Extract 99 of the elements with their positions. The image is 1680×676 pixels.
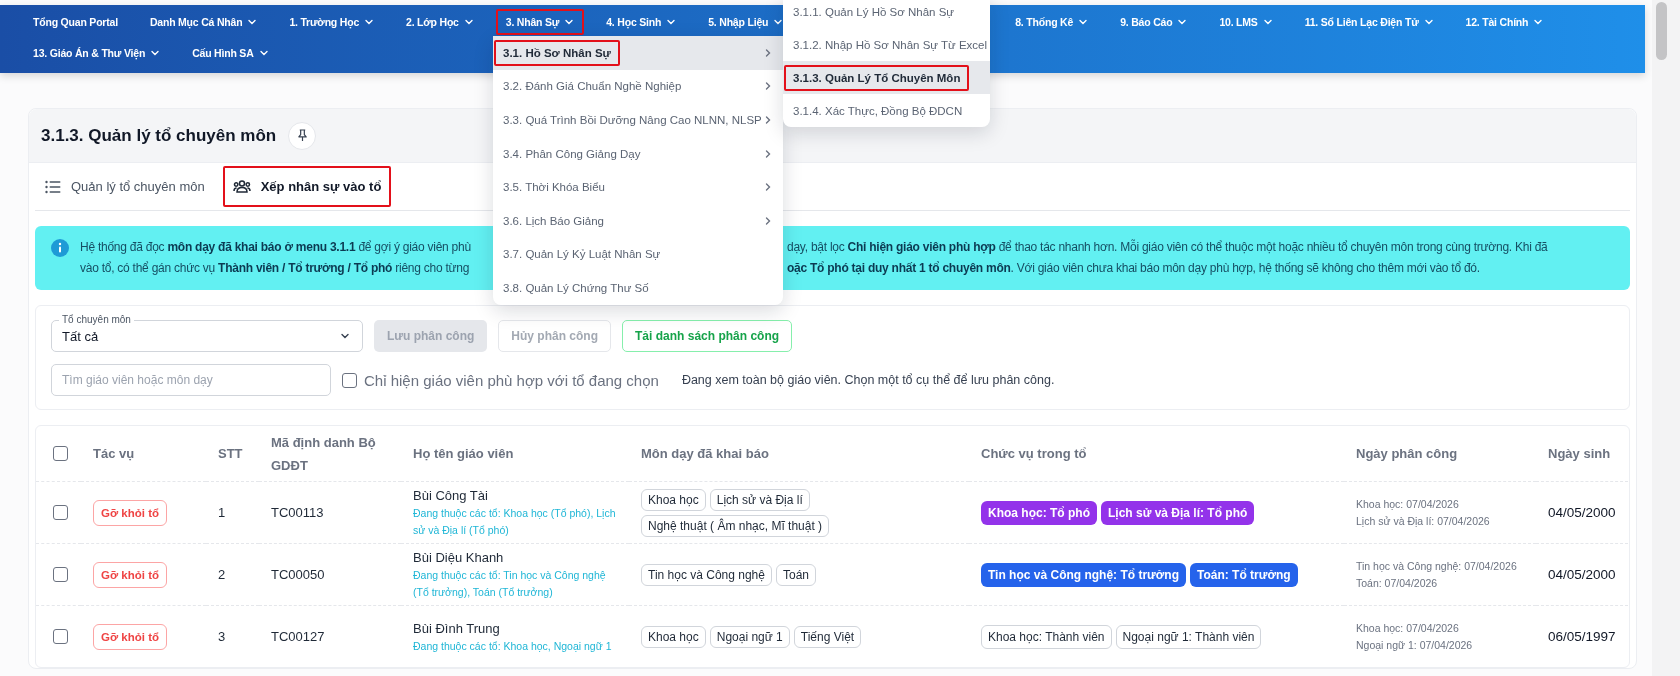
nav-menu-item[interactable]: 10. LMS bbox=[1209, 8, 1283, 35]
chevron-right-icon bbox=[763, 47, 773, 58]
teacher-name: Bùi Đình Trung bbox=[413, 619, 500, 638]
menu-item[interactable]: 3.8. Quản Lý Chứng Thư Số bbox=[493, 271, 783, 305]
role-tag: Ngoại ngữ 1: Thành viên bbox=[1115, 624, 1262, 649]
remove-button[interactable]: Gỡ khỏi tổ bbox=[93, 623, 167, 650]
checkbox[interactable] bbox=[53, 629, 68, 644]
nav-menu-item[interactable]: 9. Báo Cáo bbox=[1110, 8, 1198, 35]
tab[interactable]: Xếp nhân sự vào tổ bbox=[222, 166, 392, 207]
list-icon bbox=[45, 179, 61, 194]
chevron-right-icon bbox=[763, 148, 773, 159]
column-header: Ngày sinh bbox=[1548, 445, 1611, 463]
subject-tag: Nghệ thuật ( Âm nhạc, Mĩ thuật ) bbox=[641, 514, 830, 537]
table-cell: 1 bbox=[218, 505, 226, 520]
menu-item[interactable]: 3.1. Hồ Sơ Nhân Sự bbox=[493, 36, 783, 70]
assignment-date: Lịch sử và Địa lí: 07/04/2026 bbox=[1356, 513, 1490, 529]
nav-menu-item[interactable]: 3. Nhân Sự bbox=[495, 8, 585, 35]
assignment-date: Khoa học: 07/04/2026 bbox=[1356, 496, 1459, 512]
membership-text: Đang thuộc các tổ: Khoa học, Ngoại ngữ 1 bbox=[413, 638, 612, 654]
assignment-date: Ngoại ngữ 1: 07/04/2026 bbox=[1356, 637, 1473, 653]
nav-menu-item[interactable]: Tổng Quan Portal bbox=[23, 8, 128, 35]
menu-item[interactable]: 3.6. Lịch Báo Giảng bbox=[493, 203, 783, 238]
nav-menu-item[interactable]: 2. Lớp Học bbox=[396, 8, 484, 35]
assignment-date: Khoa học: 07/04/2026 bbox=[1356, 620, 1459, 636]
table-cell: 2 bbox=[218, 567, 226, 582]
menu-item[interactable]: 3.1.4. Xác Thực, Đồng Bộ ĐDCN bbox=[783, 94, 990, 127]
nav-menu-item[interactable]: 11. Sổ Liên Lạc Điện Tử bbox=[1294, 8, 1444, 35]
tab[interactable]: Quản lý tổ chuyên môn bbox=[35, 166, 215, 207]
table-cell: 04/05/2000 bbox=[1548, 567, 1616, 582]
checkbox[interactable] bbox=[53, 505, 68, 520]
pin-button[interactable] bbox=[288, 121, 317, 150]
table-cell: TC00113 bbox=[271, 505, 324, 520]
role-tag: Khoa học: Thành viên bbox=[981, 624, 1112, 649]
column-header: Tác vụ bbox=[93, 445, 135, 463]
role-tag: Khoa học: Tổ phó bbox=[981, 500, 1097, 525]
checkbox[interactable] bbox=[342, 372, 357, 388]
remove-button[interactable]: Gỡ khỏi tổ bbox=[93, 499, 167, 526]
menu-item[interactable]: 3.7. Quản Lý Kỷ Luật Nhân Sự bbox=[493, 237, 783, 272]
checkbox-label[interactable]: Chỉ hiện giáo viên phù hợp với tổ đang chọn bbox=[364, 371, 659, 389]
role-tag: Lịch sử và Địa lí: Tổ phó bbox=[1101, 500, 1255, 525]
subject-tag: Ngoại ngữ 1 bbox=[709, 625, 790, 648]
page-title: 3.1.3. Quản lý tổ chuyên môn bbox=[41, 125, 277, 146]
chevron-down-icon bbox=[340, 331, 350, 341]
alert-text: oặc Tổ phó tại duy nhất 1 tổ chuyên môn. Với giáo viên chưa khai báo môn dạy phù hợp, hệ thống sẽ không cho thêm mới vào tổ đó. bbox=[787, 260, 1480, 277]
pin-icon bbox=[296, 129, 308, 142]
menu-item[interactable]: 3.1.3. Quản Lý Tổ Chuyên Môn bbox=[783, 61, 990, 94]
table-cell: TC00127 bbox=[271, 629, 325, 644]
action-button[interactable]: Tải danh sách phân công bbox=[622, 320, 793, 352]
info-icon bbox=[50, 237, 70, 258]
checkbox[interactable] bbox=[53, 446, 68, 461]
nav-menu-item[interactable]: Danh Mục Cá Nhân bbox=[139, 8, 268, 35]
nav-menu-item[interactable]: 12. Tài Chính bbox=[1455, 8, 1554, 35]
column-header: Môn dạy đã khai báo bbox=[641, 445, 769, 463]
membership-text: Đang thuộc các tổ: Tin học và Công nghệ (Tổ trưởng), Toán (Tổ trưởng) bbox=[413, 568, 607, 600]
nav-menu-item[interactable]: 4. Học Sinh bbox=[596, 8, 687, 35]
nav-menu-item[interactable]: 1. Trường Học bbox=[279, 8, 385, 35]
role-tag: Tin học và Công nghệ: Tổ trưởng bbox=[981, 562, 1186, 587]
menu-item[interactable]: 3.3. Quá Trình Bồi Dưỡng Nâng Cao NLNN, NLSP bbox=[493, 103, 783, 137]
alert-text: vào tổ, có thể gán chức vụ Thành viên / Tổ trưởng / Tổ phó riêng cho từng bbox=[80, 260, 470, 277]
search-field[interactable]: Tìm giáo viên hoặc môn dạy bbox=[51, 364, 331, 396]
subject-tag: Tiếng Việt bbox=[793, 625, 862, 648]
alert-text: Hệ thống đã đọc môn dạy đã khai báo ở menu 3.1.1 để gợi ý giáo viên phù bbox=[80, 239, 471, 256]
menu-item[interactable]: 3.4. Phân Công Giảng Dạy bbox=[493, 136, 783, 171]
table-cell: 06/05/1997 bbox=[1548, 629, 1616, 644]
table-cell: 04/05/2000 bbox=[1548, 505, 1616, 520]
subject-tag: Toán bbox=[775, 563, 816, 586]
membership-text: Đang thuộc các tổ: Khoa học (Tổ phó), Lịch sử và Địa lí (Tổ phó) bbox=[413, 506, 617, 538]
table-cell: 3 bbox=[218, 629, 226, 644]
nav-menu-item[interactable]: 8. Thống Kê bbox=[1005, 8, 1099, 35]
chevron-right-icon bbox=[763, 115, 773, 125]
assignment-date: Tin học và Công nghệ: 07/04/2026 bbox=[1356, 558, 1517, 574]
nav-menu-item[interactable]: Cấu Hình SA bbox=[182, 39, 279, 66]
subject-tag: Tin học và Công nghệ bbox=[641, 563, 772, 586]
teacher-name: Bùi Công Tài bbox=[413, 487, 488, 505]
field-label: Tổ chuyên môn bbox=[59, 314, 134, 325]
column-header: Chức vụ trong tổ bbox=[981, 445, 1087, 463]
remove-button[interactable]: Gỡ khỏi tổ bbox=[93, 561, 167, 588]
chevron-right-icon bbox=[763, 215, 773, 226]
nav-menu-item[interactable]: 13. Giáo Án & Thư Viện bbox=[23, 39, 171, 66]
subject-tag: Lịch sử và Địa lí bbox=[709, 488, 810, 511]
checkbox[interactable] bbox=[53, 567, 68, 582]
users-icon bbox=[232, 180, 251, 193]
menu-item[interactable]: 3.5. Thời Khóa Biểu bbox=[493, 170, 783, 204]
column-header: Họ tên giáo viên bbox=[413, 445, 514, 463]
status-text: Đang xem toàn bộ giáo viên. Chọn một tổ cụ thể để lưu phân công. bbox=[681, 373, 1055, 387]
subject-tag: Khoa học bbox=[641, 625, 706, 648]
column-header: STT bbox=[218, 445, 243, 463]
column-header: Mã định danh Bộ GDĐT bbox=[271, 433, 377, 475]
menu-item[interactable]: 3.2. Đánh Giá Chuẩn Nghề Nghiệp bbox=[493, 69, 783, 104]
alert-text: dạy, bật lọc Chỉ hiện giáo viên phù hợp để thao tác nhanh hơn. Mỗi giáo viên có thể thuộc một hoặc nhiều tổ chuyên môn trong cùng trường. Khi đã bbox=[787, 238, 1548, 256]
chevron-right-icon bbox=[763, 182, 773, 193]
column-header: Ngày phân công bbox=[1356, 445, 1458, 463]
teacher-name: Bùi Diệu Khanh bbox=[413, 549, 504, 567]
table-cell: TC00050 bbox=[271, 567, 325, 582]
scrollbar-thumb[interactable] bbox=[1656, 2, 1667, 60]
role-tag: Toán: Tổ trưởng bbox=[1190, 562, 1298, 587]
subject-tag: Khoa học bbox=[641, 488, 706, 511]
assignment-date: Toán: 07/04/2026 bbox=[1356, 575, 1438, 591]
chevron-right-icon bbox=[763, 81, 773, 92]
